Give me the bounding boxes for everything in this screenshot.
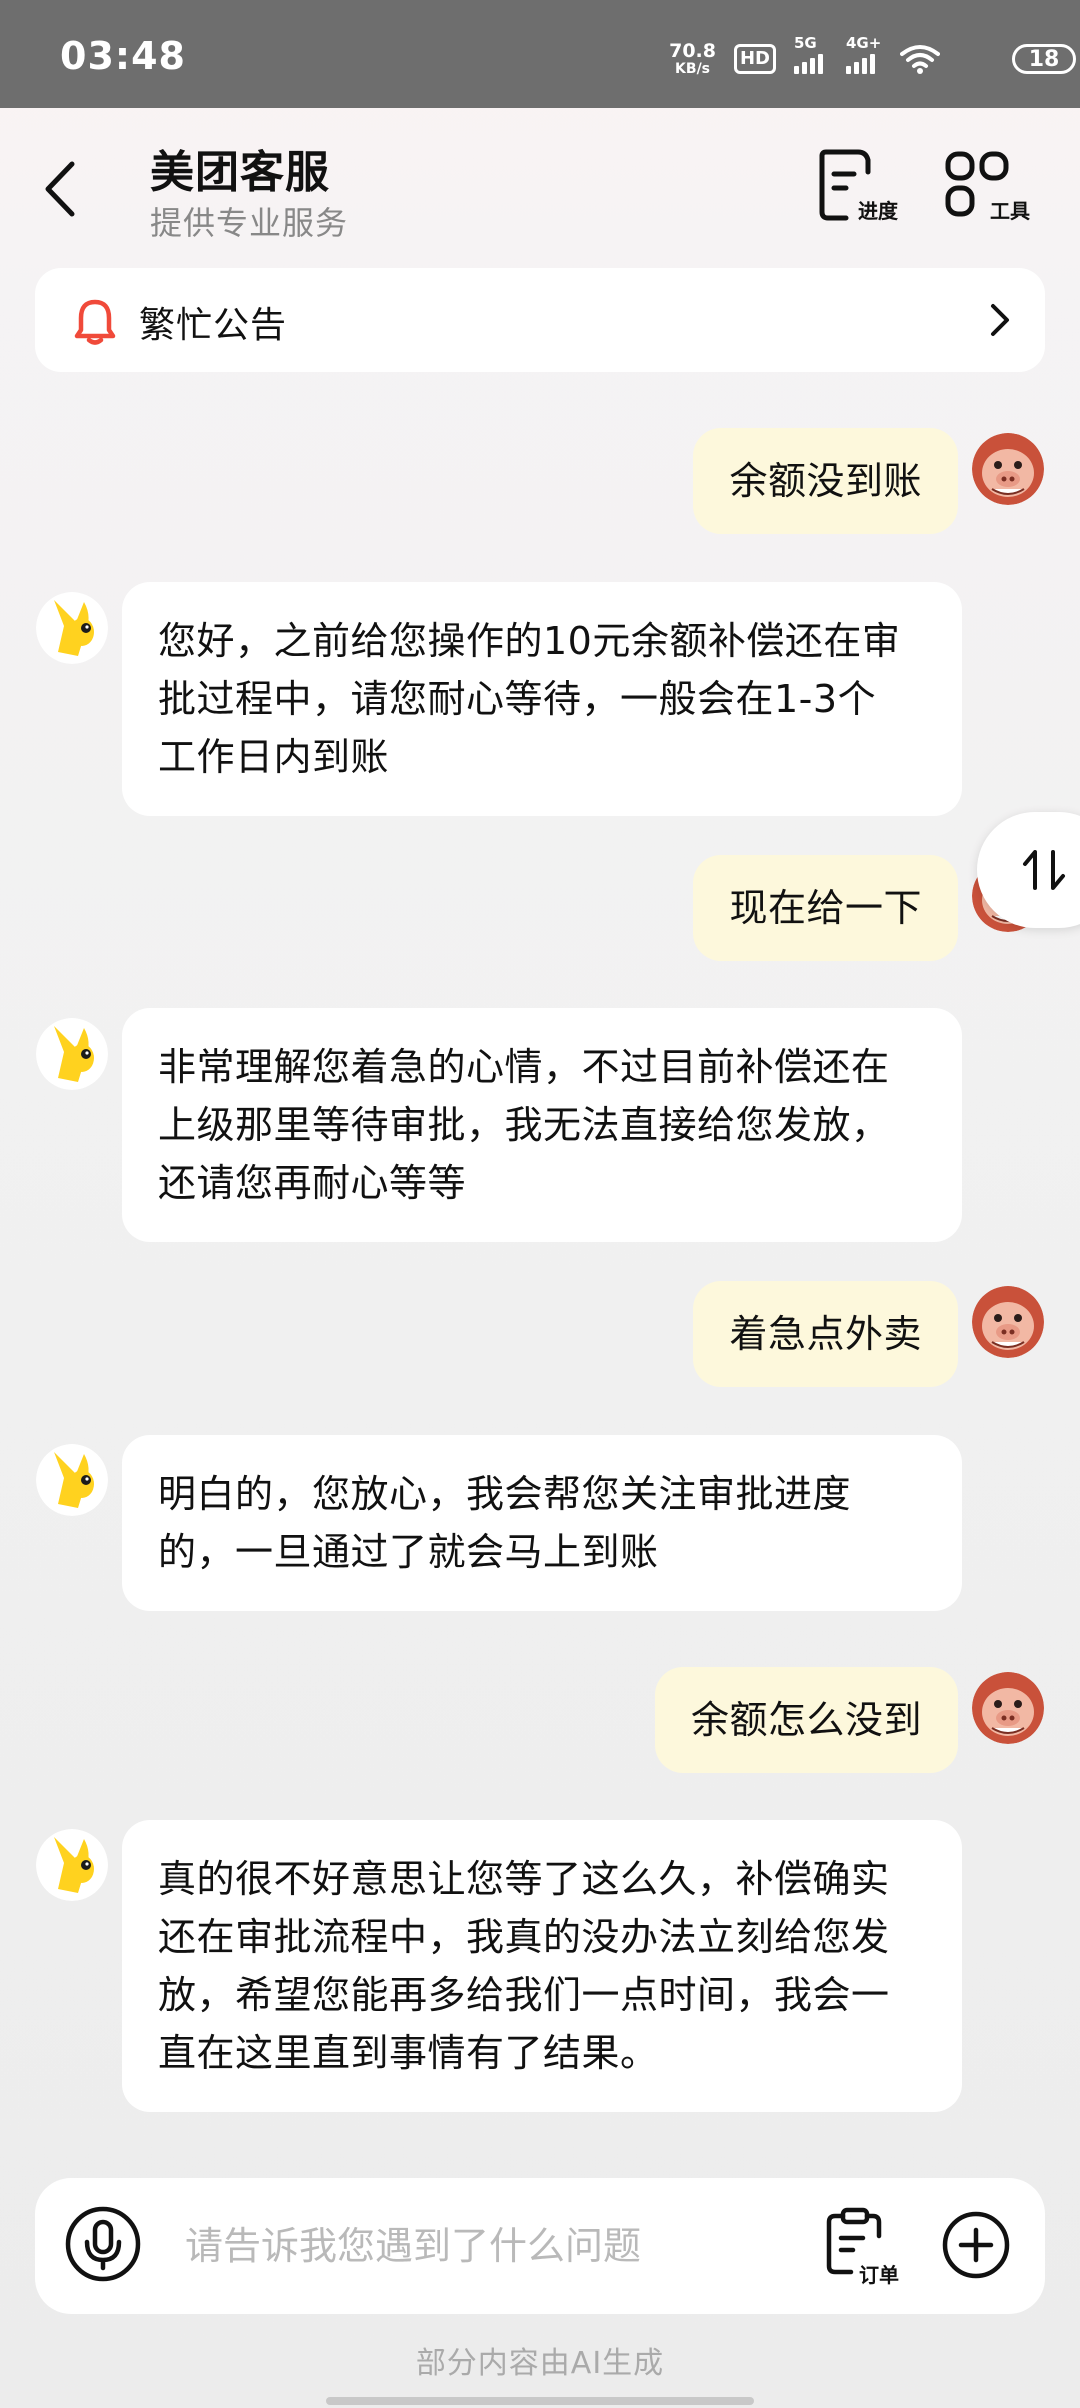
plus-button[interactable]: [941, 2210, 1011, 2280]
busy-notice-bar[interactable]: 繁忙公告: [35, 268, 1045, 372]
wifi-icon: [900, 45, 940, 74]
user-avatar[interactable]: [972, 1286, 1044, 1358]
signal-5g-label: 5G: [794, 34, 817, 52]
bot-message-line: 非常理解您着急的心情，不过目前补偿还在: [158, 1045, 890, 1089]
status-time: 03:48: [60, 34, 186, 78]
bot-avatar[interactable]: [36, 592, 108, 664]
signal-5g-icon: 5G: [794, 34, 828, 74]
user-message-text: 着急点外卖: [729, 1312, 922, 1356]
bot-message-line: 还请您再耐心等等: [158, 1161, 467, 1205]
user-avatar[interactable]: [972, 1672, 1044, 1744]
status-bar: 03:48 70.8 KB/s HD 5G 4G+ 18: [0, 0, 1080, 108]
bot-message-line: 上级那里等待审批，我无法直接给您发放，: [158, 1103, 890, 1147]
bot-message-line: 您好，之前给您操作的10元余额补偿还在审: [158, 619, 901, 663]
bot-message-line: 明白的，您放心，我会帮您关注审批进度: [158, 1472, 852, 1516]
busy-notice-text: 繁忙公告: [139, 305, 288, 346]
swap-vertical-icon: [1023, 850, 1065, 890]
user-message-text: 现在给一下: [729, 886, 922, 930]
bot-message-line: 工作日内到账: [158, 735, 390, 779]
bot-message-line: 还在审批流程中，我真的没办法立刻给您发: [158, 1915, 890, 1959]
page-title: 美团客服: [150, 147, 330, 198]
chat-input-bar: 订单: [35, 2178, 1045, 2314]
bot-avatar[interactable]: [36, 1829, 108, 1901]
user-avatar[interactable]: [972, 433, 1044, 505]
user-message-text: 余额没到账: [729, 459, 922, 503]
ai-generated-note: 部分内容由AI生成: [415, 2346, 665, 2381]
microphone-button[interactable]: [65, 2206, 141, 2282]
order-label: 订单: [859, 2263, 899, 2287]
battery-level: 18: [1028, 46, 1060, 72]
user-message-bubble: 着急点外卖: [693, 1281, 958, 1387]
battery-icon: 18: [1012, 44, 1076, 74]
bot-message-line: 直在这里直到事情有了结果。: [158, 2031, 659, 2075]
tools-button[interactable]: 工具: [944, 148, 1034, 228]
user-message-bubble: 余额没到账: [693, 428, 958, 534]
tools-label: 工具: [990, 199, 1030, 223]
network-speed: 70.8 KB/s: [669, 39, 716, 77]
network-speed-value: 70.8: [669, 39, 716, 62]
page-subtitle: 提供专业服务: [150, 204, 349, 242]
hd-badge: HD: [733, 44, 776, 74]
bot-message-line: 批过程中，请您耐心等待，一般会在1-3个: [158, 677, 877, 721]
status-icons: 70.8 KB/s HD 5G 4G+: [669, 34, 940, 80]
bot-avatar[interactable]: [36, 1444, 108, 1516]
bot-message-bubble: 非常理解您着急的心情，不过目前补偿还在 上级那里等待审批，我无法直接给您发放， …: [122, 1008, 962, 1242]
user-message-bubble: 余额怎么没到: [654, 1667, 958, 1773]
bot-message-bubble: 明白的，您放心，我会帮您关注审批进度 的，一旦通过了就会马上到账: [122, 1435, 962, 1611]
bot-message-bubble: 您好，之前给您操作的10元余额补偿还在审 批过程中，请您耐心等待，一般会在1-3…: [122, 582, 962, 816]
user-message-bubble: 现在给一下: [693, 855, 958, 961]
user-message-text: 余额怎么没到: [690, 1698, 922, 1742]
progress-label: 进度: [858, 199, 898, 223]
back-button[interactable]: [36, 154, 86, 224]
bot-message-line: 放，希望您能再多给我们一点时间，我会一: [158, 1973, 890, 2017]
network-speed-unit: KB/s: [675, 60, 711, 77]
signal-4g-icon: 4G+: [846, 34, 882, 74]
bot-message-line: 真的很不好意思让您等了这么久，补偿确实: [158, 1857, 890, 1901]
home-indicator[interactable]: [326, 2397, 754, 2405]
bot-message-line: 的，一旦通过了就会马上到账: [158, 1530, 659, 1574]
bot-avatar[interactable]: [36, 1018, 108, 1090]
chevron-right-icon: [991, 304, 1009, 336]
bell-icon: [74, 299, 116, 345]
chat-header: 美团客服 提供专业服务 进度 工具: [0, 108, 1080, 258]
message-input[interactable]: [185, 2208, 825, 2284]
progress-button[interactable]: 进度: [812, 148, 902, 228]
signal-4g-label: 4G+: [846, 34, 882, 52]
bot-message-bubble: 真的很不好意思让您等了这么久，补偿确实 还在审批流程中，我真的没办法立刻给您发 …: [122, 1820, 962, 2112]
order-button[interactable]: 订单: [825, 2206, 915, 2288]
